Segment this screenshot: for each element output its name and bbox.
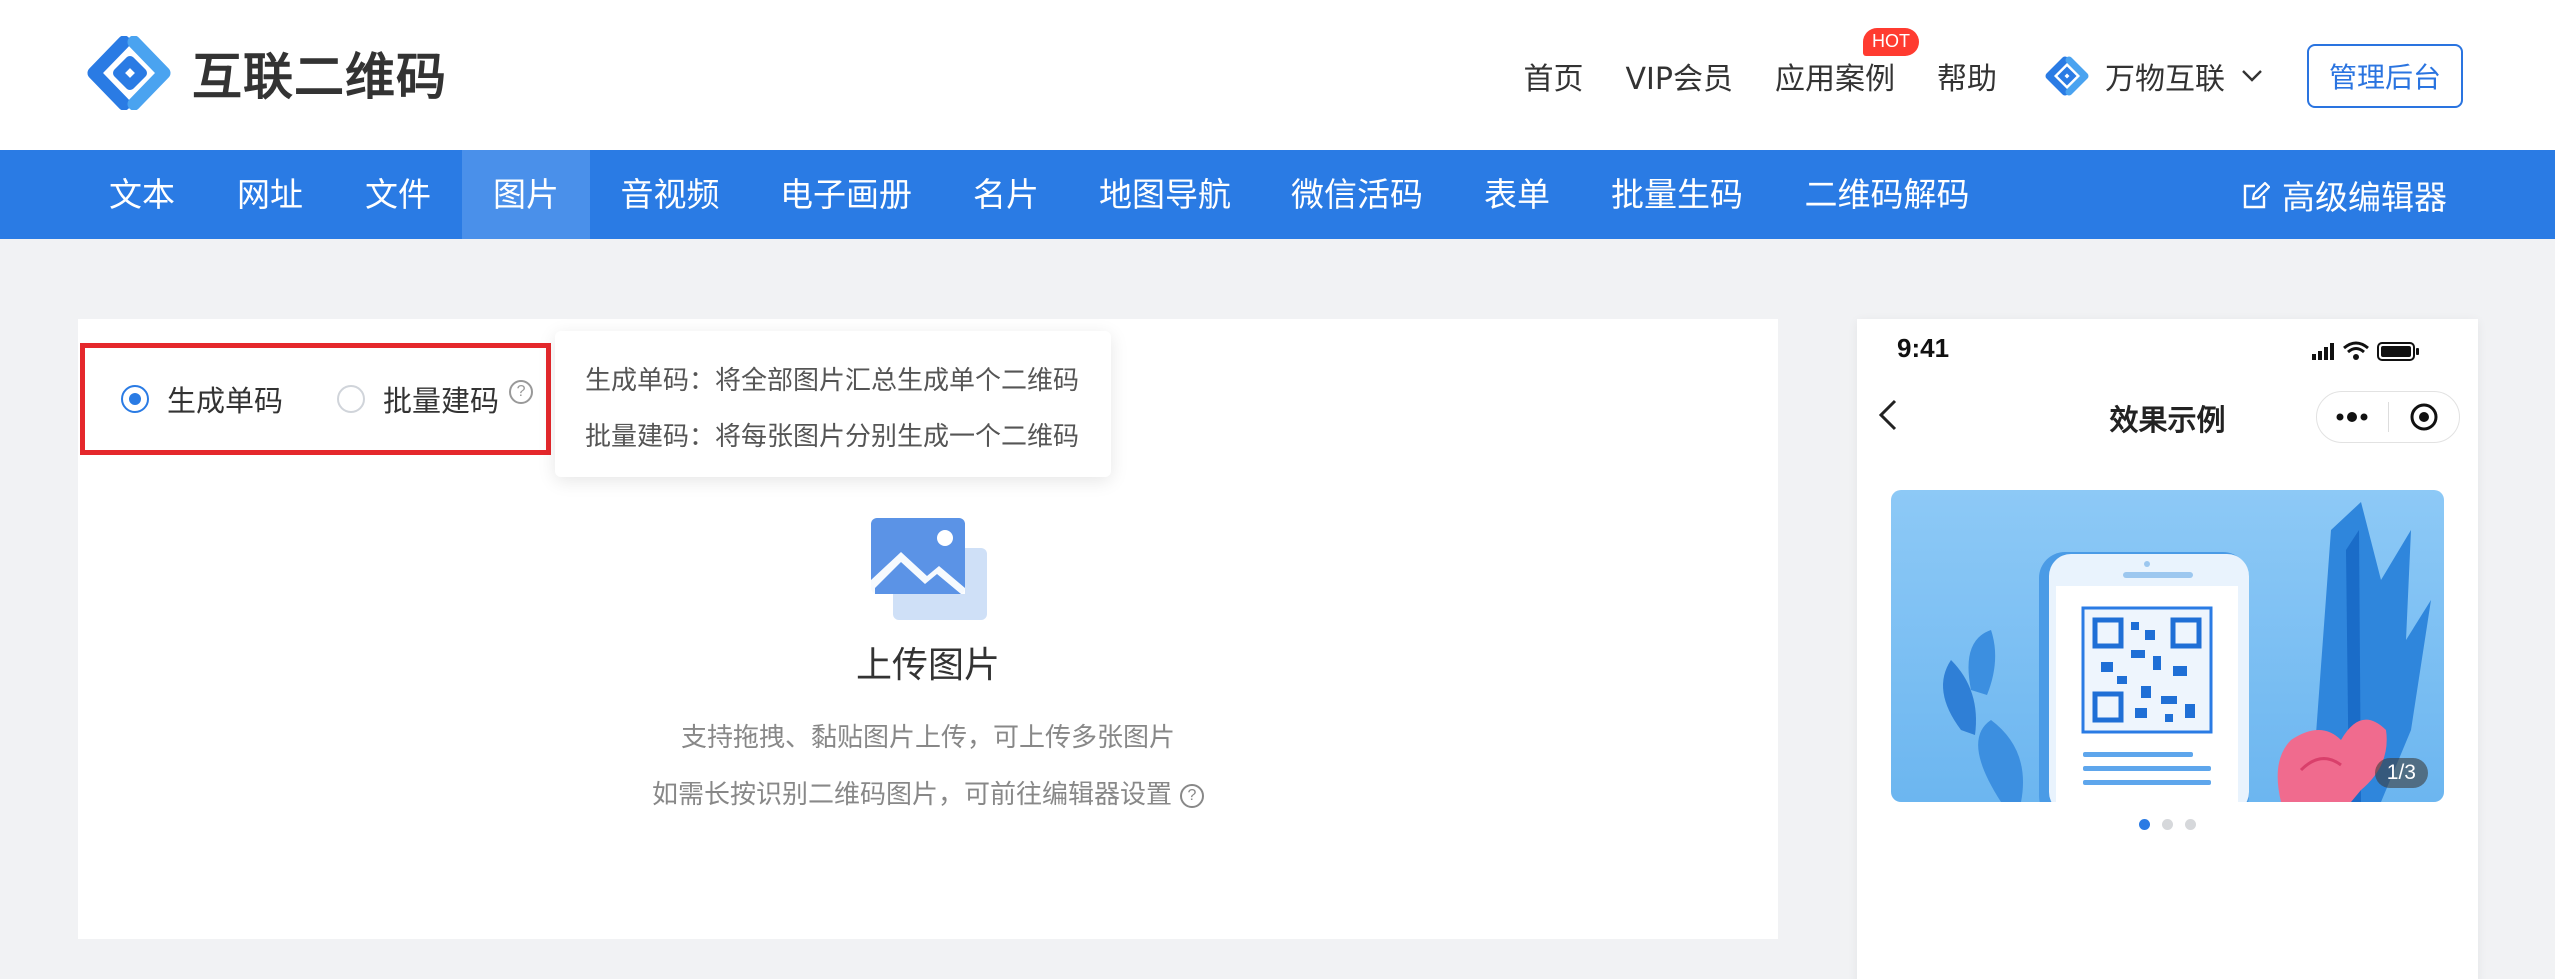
org-name: 万物互联 [2105,62,2225,97]
qr-example-illustration [1891,490,2444,802]
carousel-dot[interactable] [2139,819,2150,830]
status-time: 9:41 [1897,333,1950,363]
org-switcher[interactable]: 万物互联 [2041,54,2263,98]
close-miniapp[interactable] [2389,392,2460,442]
menu-text[interactable]: 文本 [86,150,198,239]
hot-badge: HOT [1863,28,1919,56]
nav-vip[interactable]: VIP会员 [1626,54,1733,98]
admin-console-button[interactable]: 管理后台 [2307,44,2463,108]
menu-audio-video[interactable]: 音视频 [604,150,736,239]
menu-wechat-code[interactable]: 微信活码 [1282,150,1432,239]
top-nav: 首页 VIP会员 应用案例 HOT 帮助 万物互联 管理后台 [1524,28,2463,108]
radio-batch-code[interactable] [337,385,366,413]
status-bar-icons [2312,341,2419,361]
upload-title[interactable]: 上传图片 [78,636,1778,688]
image-upload-icon[interactable] [871,518,987,620]
menu-batch[interactable]: 批量生码 [1602,150,1752,239]
logo-icon [87,36,171,110]
top-header: 互联二维码 首页 VIP会员 应用案例 HOT 帮助 万物互联 管理后台 [0,0,2555,150]
edit-icon [2243,181,2270,208]
radio-batch-label[interactable]: 批量建码 [383,378,499,420]
carousel-dot[interactable] [2162,819,2173,830]
org-logo-icon [2045,56,2089,96]
miniapp-capsule [2316,391,2460,443]
phone-preview: 9:41 效果示例 1/3 [1857,319,2478,979]
chevron-down-icon [2242,70,2262,82]
menu-form[interactable]: 表单 [1476,150,1558,239]
mode-help-tooltip: 生成单码：将全部图片汇总生成单个二维码 批量建码：将每张图片分别生成一个二维码 [555,331,1111,477]
example-banner[interactable]: 1/3 [1891,490,2444,802]
menu-image[interactable]: 图片 [462,150,590,239]
radio-single-code[interactable] [121,385,149,413]
upload-hint-drag: 支持拖拽、黏贴图片上传，可上传多张图片 [680,723,1175,753]
menu-file[interactable]: 文件 [342,150,454,239]
more-menu[interactable] [2317,392,2388,442]
menu-ebook[interactable]: 电子画册 [762,150,930,239]
target-close-icon [2410,403,2438,431]
menu-decode[interactable]: 二维码解码 [1798,150,1976,239]
tooltip-line-batch: 批量建码：将每张图片分别生成一个二维码 [585,422,1080,452]
brand-name: 互联二维码 [192,48,447,106]
nav-cases[interactable]: 应用案例 HOT [1775,28,1919,98]
menu-url[interactable]: 网址 [214,150,326,239]
nav-cases-label: 应用案例 [1775,62,1895,97]
menu-map[interactable]: 地图导航 [1090,150,1240,239]
brand-logo[interactable]: 互联二维码 [80,36,447,110]
help-question-icon[interactable]: ? [1180,783,1204,808]
upload-hint-editor: 如需长按识别二维码图片，可前往编辑器设置? [78,774,1778,811]
more-dots-icon [2336,412,2368,422]
radio-single-label[interactable]: 生成单码 [167,378,283,420]
slide-counter: 1/3 [2374,758,2428,788]
category-menubar: 文本 网址 文件 图片 音视频 电子画册 名片 地图导航 微信活码 表单 批量生… [0,150,2555,239]
nav-home[interactable]: 首页 [1524,54,1584,98]
carousel-dots [1857,819,2478,830]
advanced-editor-label: 高级编辑器 [2282,177,2447,217]
menu-card[interactable]: 名片 [956,150,1056,239]
upload-hint-editor-text: 如需长按识别二维码图片，可前往编辑器设置 [651,780,1172,810]
advanced-editor-link[interactable]: 高级编辑器 [2242,150,2447,239]
nav-help[interactable]: 帮助 [1937,54,1997,98]
carousel-dot[interactable] [2185,819,2196,830]
tooltip-line-single: 生成单码：将全部图片汇总生成单个二维码 [585,366,1080,396]
help-question-icon[interactable]: ? [509,380,534,404]
generation-mode-selector: 生成单码 批量建码 ? [80,343,551,455]
